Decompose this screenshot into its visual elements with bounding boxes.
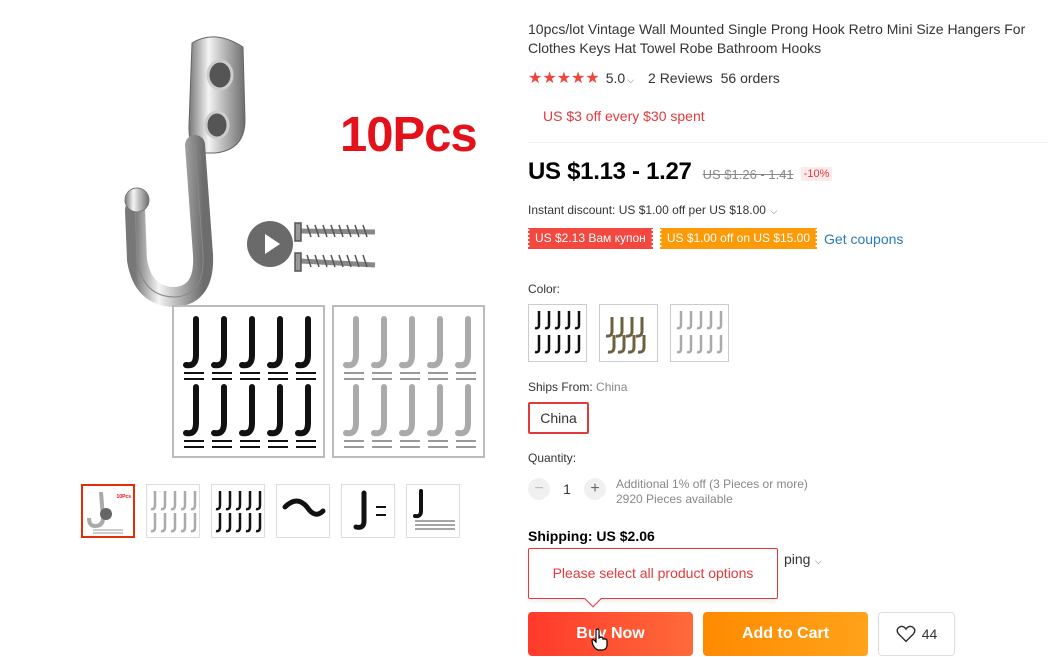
- rating-stars-icon: ★★★★★: [528, 70, 600, 87]
- chevron-down-icon: ⌵: [812, 556, 822, 566]
- shipping-detail[interactable]: ping ⌵: [784, 551, 822, 567]
- play-video-icon[interactable]: [247, 221, 293, 267]
- ships-from-label-text: Ships From:: [528, 380, 593, 394]
- quantity-decrease-button[interactable]: −: [528, 478, 550, 500]
- divider: [528, 142, 1048, 143]
- ships-from-label: Ships From: China: [528, 380, 627, 394]
- discount-badge: -10%: [800, 167, 833, 181]
- image-overlay-text: 10Pcs: [340, 108, 478, 162]
- quantity-increase-button[interactable]: +: [584, 478, 606, 500]
- quantity-info: Additional 1% off (3 Pieces or more) 292…: [616, 477, 808, 507]
- select-options-tooltip: Please select all product options: [528, 548, 778, 608]
- quantity-discount-text: Additional 1% off (3 Pieces or more): [616, 477, 808, 491]
- coupons-row: US $2.13 Вам купон US $1.00 off on US $1…: [527, 228, 903, 249]
- color-label: Color:: [528, 282, 561, 296]
- buy-now-button[interactable]: Buy Now: [528, 612, 693, 656]
- thumbnail-3[interactable]: [211, 484, 265, 538]
- color-options: [528, 304, 729, 362]
- quantity-label: Quantity:: [528, 451, 577, 465]
- ships-from-value: China: [596, 380, 628, 394]
- get-coupons-link[interactable]: Get coupons: [824, 231, 903, 247]
- color-option-black[interactable]: [528, 304, 587, 362]
- wishlist-count: 44: [921, 626, 938, 642]
- pieces-available: 2920 Pieces available: [616, 492, 733, 506]
- chevron-down-icon: ⌵: [767, 206, 778, 216]
- rating-row: ★★★★★ 5.0 ⌵ 2 Reviews 56 orders: [528, 68, 780, 88]
- thumbnail-1[interactable]: 10Pcs: [81, 484, 135, 538]
- coupon-orange[interactable]: US $1.00 off on US $15.00: [658, 228, 819, 249]
- silver-hooks-panel: [332, 305, 485, 458]
- price-row: US $1.13 - 1.27 US $1.26 - 1.41 -10%: [528, 158, 833, 186]
- thumbnail-strip: 10Pcs: [81, 484, 460, 538]
- add-to-cart-button[interactable]: Add to Cart: [703, 612, 868, 656]
- tooltip-text: Please select all product options: [552, 565, 754, 581]
- thumbnail-2[interactable]: [146, 484, 200, 538]
- original-price: US $1.26 - 1.41: [702, 167, 794, 182]
- heart-icon: [896, 625, 916, 643]
- instant-discount[interactable]: Instant discount: US $1.00 off per US $1…: [528, 203, 777, 217]
- store-promo: US $3 off every $30 spent: [543, 108, 705, 124]
- thumbnail-4[interactable]: [276, 484, 330, 538]
- ships-from-option-china[interactable]: China: [528, 402, 589, 434]
- color-option-bronze[interactable]: [599, 304, 658, 362]
- orders-count: 56 orders: [720, 70, 780, 86]
- thumbnail-badge: 10Pcs: [116, 494, 131, 500]
- thumbnail-5[interactable]: [341, 484, 395, 538]
- reviews-link[interactable]: 2 Reviews: [648, 70, 713, 86]
- product-title: 10pcs/lot Vintage Wall Mounted Single Pr…: [528, 21, 1026, 56]
- shipping-detail-text: ping: [784, 551, 811, 567]
- color-option-silver[interactable]: [670, 304, 729, 362]
- instant-discount-text: Instant discount: US $1.00 off per US $1…: [528, 203, 766, 217]
- shipping-cost: Shipping: US $2.06: [528, 528, 655, 544]
- current-price: US $1.13 - 1.27: [528, 158, 692, 185]
- black-hooks-panel: [172, 305, 325, 458]
- coupon-red[interactable]: US $2.13 Вам купон: [527, 228, 654, 249]
- main-product-image[interactable]: 10Pcs: [95, 25, 505, 465]
- wishlist-button[interactable]: 44: [878, 612, 955, 656]
- quantity-value[interactable]: 1: [550, 481, 584, 497]
- tooltip-arrow: [584, 590, 602, 608]
- rating-value[interactable]: 5.0 ⌵: [606, 70, 634, 86]
- hand-cursor-icon: [591, 628, 608, 651]
- quantity-stepper: − 1 +: [528, 478, 606, 500]
- chevron-down-icon: ⌵: [627, 75, 635, 85]
- rating-value-text: 5.0: [605, 70, 626, 86]
- thumbnail-6[interactable]: [406, 484, 460, 538]
